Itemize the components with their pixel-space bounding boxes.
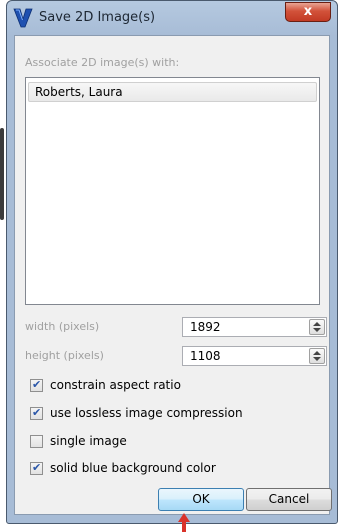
save-2d-image-dialog: Save 2D Image(s) x Associate 2D image(s)…	[6, 0, 338, 524]
associate-label: Associate 2D image(s) with:	[25, 56, 180, 69]
checkbox-label[interactable]: solid blue background color	[50, 461, 216, 475]
width-spinbox[interactable]: 1892	[182, 317, 327, 337]
width-label: width (pixels)	[25, 320, 100, 333]
cancel-button[interactable]: Cancel	[246, 488, 332, 511]
patient-list[interactable]: Roberts, Laura	[25, 77, 320, 305]
close-icon: x	[303, 4, 313, 19]
dialog-body: Associate 2D image(s) with: Roberts, Lau…	[14, 35, 332, 515]
checkbox-label[interactable]: single image	[50, 434, 127, 448]
checkbox-box[interactable]: ✔	[30, 406, 43, 420]
spin-down-icon[interactable]	[313, 357, 321, 361]
checkbox-box[interactable]	[30, 435, 43, 448]
window-title: Save 2D Image(s)	[39, 10, 156, 25]
height-spin-buttons[interactable]	[309, 348, 325, 364]
checkbox-label[interactable]: use lossless image compression	[50, 406, 243, 420]
height-value[interactable]: 1108	[190, 349, 221, 363]
width-value[interactable]: 1892	[190, 320, 221, 334]
checkbox-label[interactable]: constrain aspect ratio	[50, 378, 181, 392]
v-logo-icon	[13, 8, 33, 28]
spin-up-icon[interactable]	[313, 351, 321, 355]
ok-button[interactable]: OK	[158, 488, 244, 511]
close-button[interactable]: x	[285, 2, 331, 22]
spin-up-icon[interactable]	[313, 322, 321, 326]
background-window-edge	[0, 128, 4, 220]
spin-down-icon[interactable]	[313, 328, 321, 332]
height-label: height (pixels)	[25, 349, 104, 362]
checkmark-icon: ✔	[32, 406, 42, 419]
height-spinbox[interactable]: 1108	[182, 346, 327, 366]
checkmark-icon: ✔	[32, 378, 42, 391]
checkbox-box[interactable]: ✔	[30, 461, 43, 475]
checkmark-icon: ✔	[32, 461, 42, 474]
width-spin-buttons[interactable]	[309, 319, 325, 335]
list-item[interactable]: Roberts, Laura	[28, 82, 317, 102]
title-bar[interactable]: Save 2D Image(s) x	[7, 1, 337, 35]
checkbox-box[interactable]: ✔	[30, 378, 43, 392]
arrow-pointer-icon	[178, 513, 190, 532]
